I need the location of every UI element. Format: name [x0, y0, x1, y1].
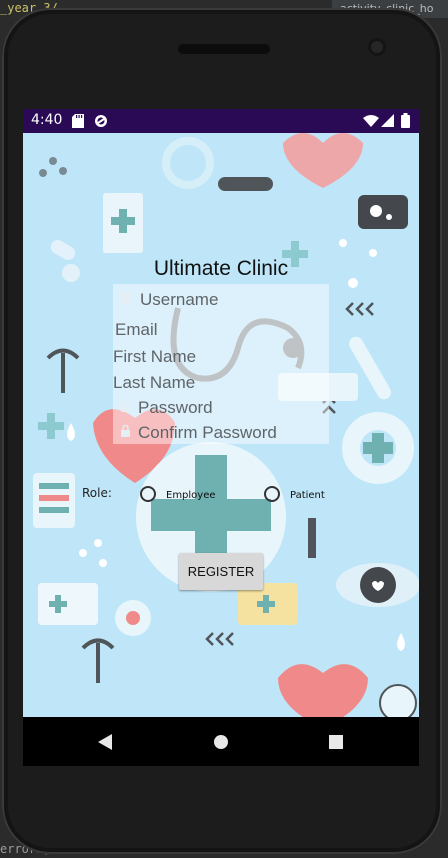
device-screen: 4:40 Ultimate Clinic Username Email Firs…	[23, 109, 419, 766]
sync-icon	[95, 115, 107, 127]
last-name-field[interactable]	[113, 373, 313, 393]
register-button[interactable]: REGISTER	[179, 553, 263, 590]
recents-button[interactable]	[320, 717, 352, 766]
front-camera	[368, 38, 386, 56]
signal-icon	[381, 114, 394, 127]
back-icon	[98, 733, 112, 750]
back-button[interactable]	[89, 717, 121, 766]
battery-icon	[401, 113, 410, 128]
status-time: 4:40	[31, 112, 63, 128]
lock-icon	[121, 424, 130, 437]
lock-icon	[121, 399, 130, 412]
user-icon	[121, 292, 130, 304]
confirm-password-field[interactable]	[138, 423, 328, 443]
register-screen: Ultimate Clinic Role: Employee Patient R…	[23, 133, 419, 717]
home-button[interactable]	[205, 717, 237, 766]
radio-employee[interactable]	[140, 486, 156, 502]
username-field[interactable]	[140, 290, 320, 310]
role-label: Role:	[82, 486, 112, 500]
status-bar: 4:40	[23, 109, 419, 133]
navigation-bar	[23, 717, 419, 766]
home-icon	[214, 734, 228, 749]
wifi-icon	[363, 115, 379, 127]
speaker-grille	[178, 44, 270, 54]
password-field[interactable]	[138, 398, 323, 418]
radio-employee-label[interactable]: Employee	[166, 490, 216, 501]
recents-icon	[329, 734, 343, 749]
email-field[interactable]	[115, 320, 315, 340]
radio-patient[interactable]	[264, 486, 280, 502]
phone-frame: 4:40 Ultimate Clinic Username Email Firs…	[2, 8, 442, 854]
sd-card-icon	[72, 114, 84, 128]
first-name-field[interactable]	[113, 347, 313, 367]
radio-patient-label[interactable]: Patient	[290, 490, 325, 501]
page-title: Ultimate Clinic	[153, 257, 289, 280]
